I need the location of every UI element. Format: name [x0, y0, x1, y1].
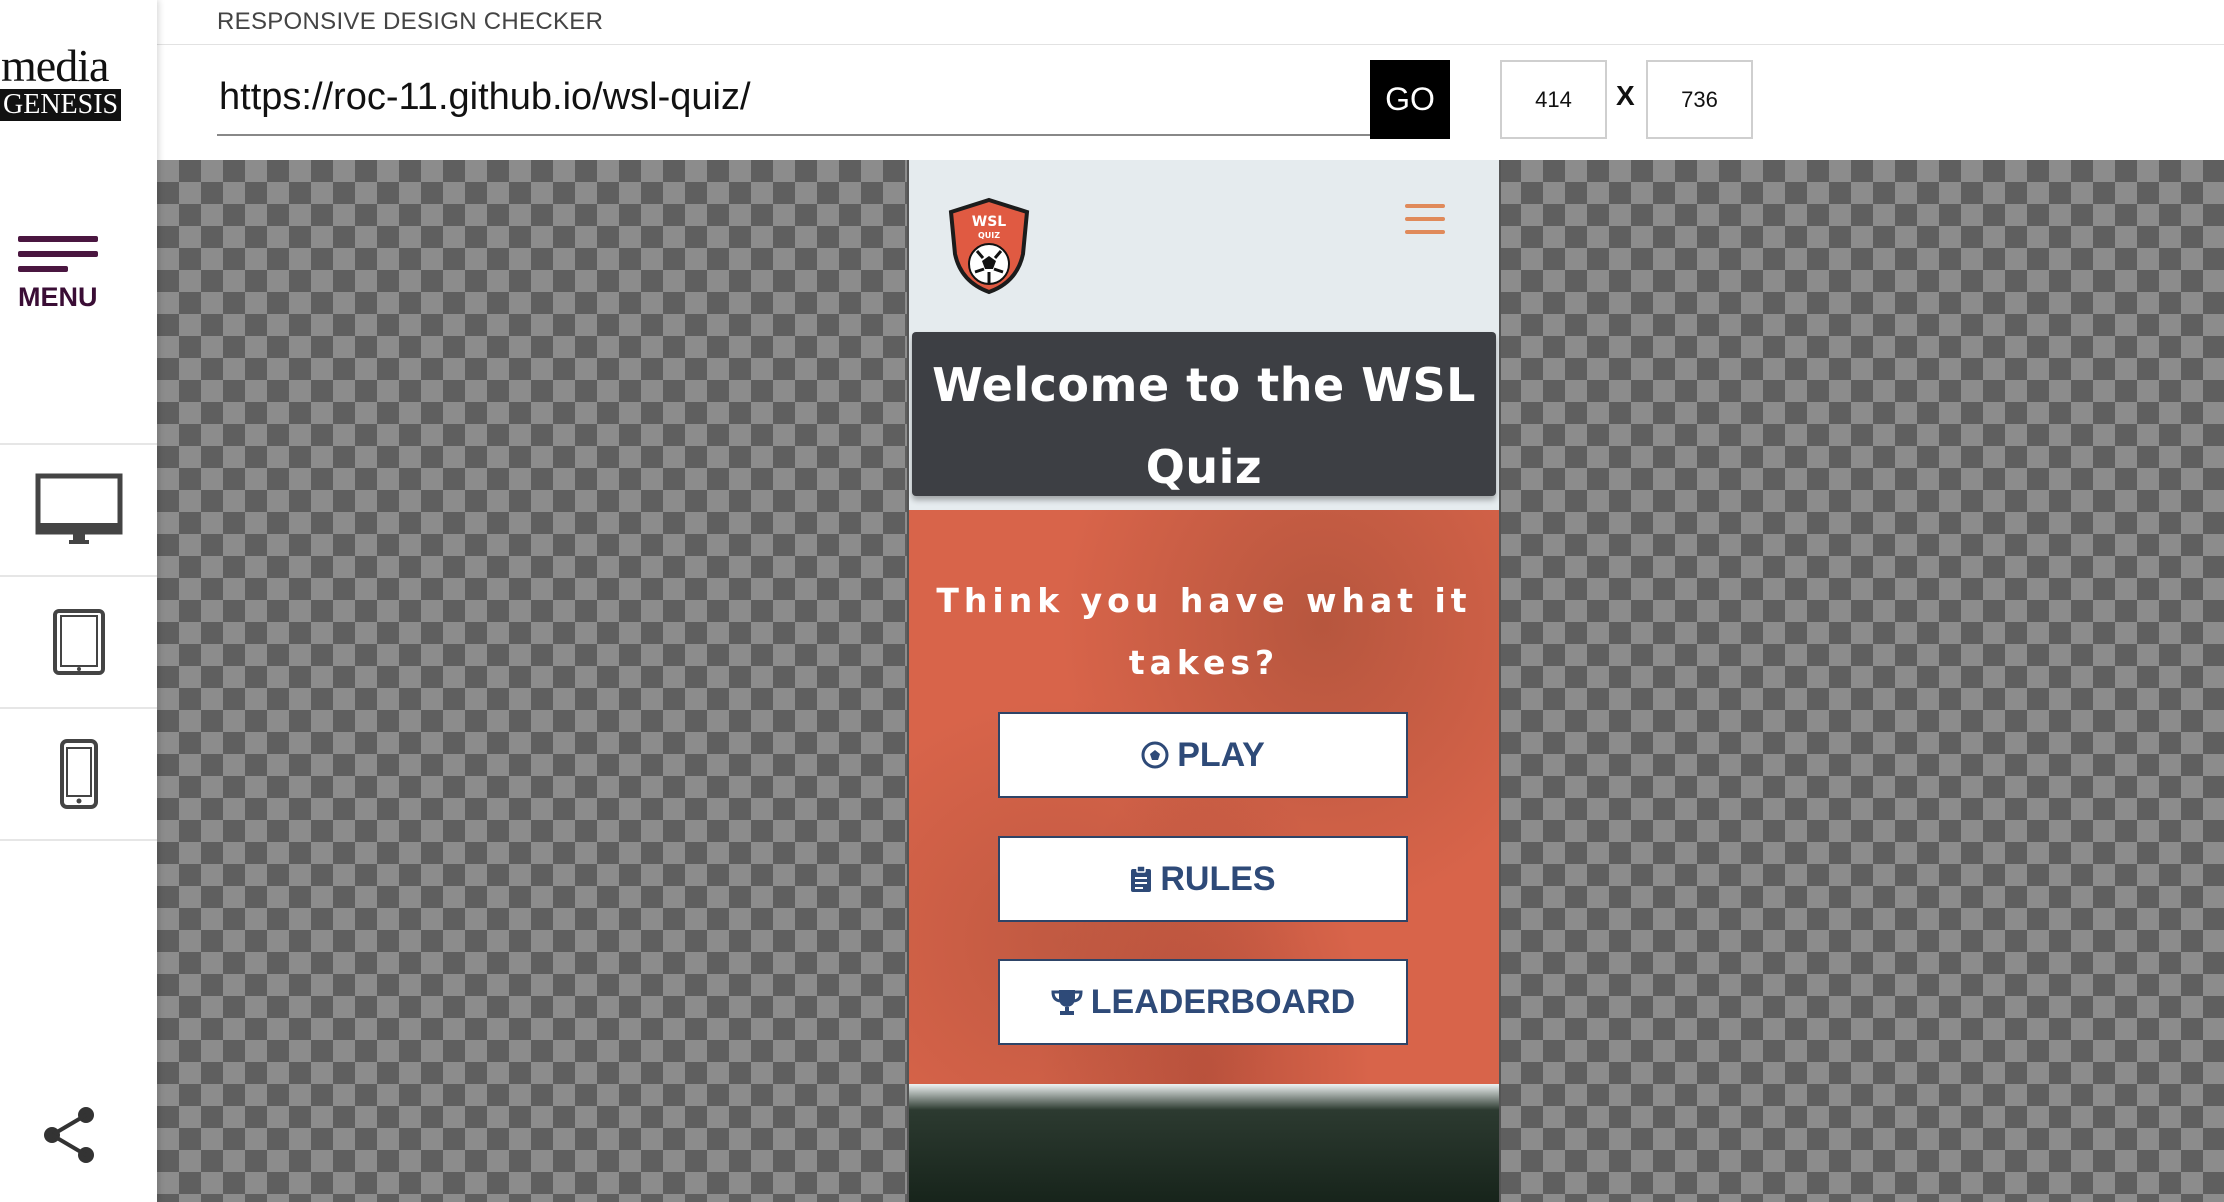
rules-button[interactable]: RULES [998, 836, 1408, 922]
device-desktop-button[interactable] [0, 445, 157, 577]
desktop-icon [35, 473, 122, 544]
logo-text-quiz: QUIZ [978, 231, 1000, 240]
device-phone-button[interactable] [0, 709, 157, 841]
share-button[interactable] [40, 1105, 98, 1165]
tagline: Think you have what it takes? [909, 570, 1499, 694]
clipboard-icon [1130, 865, 1152, 893]
top-bar: RESPONSIVE DESIGN CHECKER GO X [157, 0, 2224, 160]
tablet-icon [52, 609, 105, 675]
menu-label: MENU [18, 282, 98, 312]
wsl-quiz-logo[interactable]: WSL QUIZ [947, 196, 1031, 296]
leaderboard-label: LEADERBOARD [1090, 982, 1356, 1021]
welcome-line-2: Quiz [1145, 440, 1263, 494]
menu-button[interactable]: MENU [18, 236, 102, 313]
width-input[interactable] [1500, 60, 1607, 139]
welcome-line-1: Welcome to the WSL [932, 358, 1476, 412]
menu-icon-bar [18, 266, 68, 272]
go-button[interactable]: GO [1370, 60, 1450, 139]
welcome-heading: Welcome to the WSL Quiz [912, 332, 1496, 508]
trophy-icon [1051, 988, 1083, 1016]
hamburger-bar [1405, 217, 1445, 221]
device-tablet-button[interactable] [0, 577, 157, 709]
play-button[interactable]: PLAY [998, 712, 1408, 798]
welcome-banner: Welcome to the WSL Quiz [912, 332, 1496, 496]
logo-word-media: media [1, 40, 109, 91]
tagline-line-2: takes? [1128, 643, 1280, 682]
grass-background [909, 1084, 1499, 1202]
divider [157, 44, 2224, 45]
dimension-separator: X [1616, 80, 1635, 111]
menu-icon-bar [18, 236, 98, 242]
football-icon [1141, 741, 1169, 769]
app-title: RESPONSIVE DESIGN CHECKER [217, 8, 604, 35]
device-list [0, 443, 157, 841]
hero-section: Think you have what it takes? PLAY RULES… [909, 510, 1499, 1084]
phone-icon [59, 739, 98, 809]
rules-label: RULES [1160, 859, 1276, 898]
sidebar: media GENESIS MENU [0, 0, 157, 1202]
url-input[interactable] [217, 60, 1370, 136]
height-input[interactable] [1646, 60, 1753, 139]
menu-icon-bar [18, 251, 98, 257]
site-menu-button[interactable] [1405, 204, 1445, 243]
hamburger-bar [1405, 230, 1445, 234]
play-label: PLAY [1177, 735, 1265, 774]
tagline-line-1: Think you have what it [936, 581, 1472, 620]
leaderboard-button[interactable]: LEADERBOARD [998, 959, 1408, 1045]
logo-word-genesis: GENESIS [0, 89, 122, 121]
device-preview: WSL QUIZ Welcome to the WSL Quiz Think y… [907, 160, 1501, 1202]
hamburger-bar [1405, 204, 1445, 208]
media-genesis-logo[interactable]: media GENESIS [0, 40, 128, 121]
site-header: WSL QUIZ [909, 160, 1499, 332]
logo-text-wsl: WSL [972, 214, 1007, 230]
share-icon [44, 1107, 94, 1163]
